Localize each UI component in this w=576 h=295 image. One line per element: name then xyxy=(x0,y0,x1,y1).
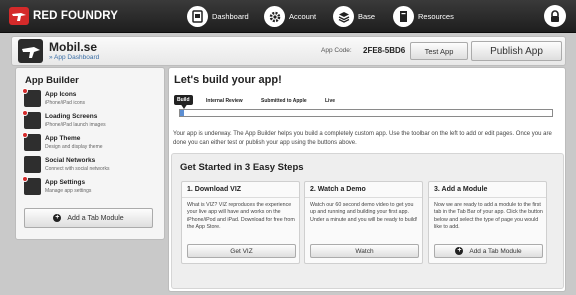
gear-icon xyxy=(264,6,285,27)
nav-base[interactable]: Base xyxy=(333,0,375,33)
sidebar-item-label: Social Networks xyxy=(45,157,96,164)
nav-account[interactable]: Account xyxy=(264,0,316,33)
alert-badge xyxy=(22,88,28,94)
step-card-text: Now we are ready to add a module to the … xyxy=(434,202,543,231)
nav-dashboard[interactable]: Dashboard xyxy=(187,0,249,33)
plus-icon: + xyxy=(455,247,464,255)
top-navigation-bar: RED FOUNDRY Dashboard Account Base Resou… xyxy=(0,0,576,33)
red-foundry-logo-icon[interactable] xyxy=(9,7,29,25)
intro-text: Your app is underway. The App Builder he… xyxy=(173,131,552,146)
app-builder-sidebar: App Builder App Icons iPhone/iPad icons … xyxy=(15,67,165,240)
divider xyxy=(429,197,546,198)
divider xyxy=(305,197,422,198)
sidebar-title: App Builder xyxy=(25,75,79,86)
build-progress-fill xyxy=(180,110,184,116)
sidebar-item-subtitle: Manage app settings xyxy=(45,188,92,194)
sidebar-item-subtitle: iPhone/iPad icons xyxy=(45,100,86,106)
alert-badge xyxy=(22,176,28,182)
get-started-title: Get Started in 3 Easy Steps xyxy=(180,162,304,173)
step-card-title: 3. Add a Module xyxy=(434,186,488,193)
app-code-label: App Code: xyxy=(321,47,352,54)
plus-icon: + xyxy=(53,214,62,222)
get-viz-button[interactable]: Get VIZ xyxy=(187,244,296,258)
test-app-button[interactable]: Test App xyxy=(410,42,468,60)
social-networks-icon xyxy=(24,156,41,173)
app-icon xyxy=(18,39,43,63)
settings-icon xyxy=(22,176,41,195)
step-card-text: What is VIZ? VIZ reproduces the experien… xyxy=(187,202,295,231)
nav-resources-label: Resources xyxy=(418,12,454,21)
sidebar-item-subtitle: Connect with social networks xyxy=(45,166,110,172)
sidebar-item-subtitle: Design and display theme xyxy=(45,144,103,150)
step-card-download-viz: 1. Download VIZ What is VIZ? VIZ reprodu… xyxy=(181,181,300,264)
step-card-watch-demo: 2. Watch a Demo Watch our 60 second demo… xyxy=(304,181,423,264)
watch-button[interactable]: Watch xyxy=(310,244,419,258)
sidebar-item-subtitle: iPhone/iPad launch images xyxy=(45,122,106,128)
step-card-text: Watch our 60 second demo video to get yo… xyxy=(310,202,418,223)
sidebar-item-app-icons[interactable]: App Icons iPhone/iPad icons xyxy=(22,88,160,110)
step-card-title: 2. Watch a Demo xyxy=(310,186,366,193)
sidebar-item-loading-screens[interactable]: Loading Screens iPhone/iPad launch image… xyxy=(22,110,160,132)
divider xyxy=(182,197,299,198)
dashboard-icon xyxy=(187,6,208,27)
sidebar-item-label: App Theme xyxy=(45,135,81,142)
step-card-title: 1. Download VIZ xyxy=(187,186,242,193)
page-title: Let's build your app! xyxy=(174,74,282,86)
nav-dashboard-label: Dashboard xyxy=(212,12,249,21)
sidebar-item-label: App Icons xyxy=(45,91,77,98)
brand-name[interactable]: RED FOUNDRY xyxy=(33,10,118,22)
build-progress-bar xyxy=(179,109,553,117)
app-theme-icon xyxy=(22,132,41,151)
step-submitted-to-apple: Submitted to Apple xyxy=(261,98,307,104)
app-name: Mobil.se xyxy=(49,40,98,54)
layers-icon xyxy=(333,6,354,27)
add-tab-module-button[interactable]: + Add a Tab Module xyxy=(24,208,153,228)
app-icons-icon xyxy=(22,88,41,107)
lock-icon[interactable] xyxy=(544,5,566,27)
add-tab-module-label: Add a Tab Module xyxy=(469,247,522,255)
nav-resources[interactable]: Resources xyxy=(393,0,454,33)
add-tab-module-button-card[interactable]: + Add a Tab Module xyxy=(434,244,543,258)
publish-app-button[interactable]: Publish App xyxy=(471,41,562,61)
loading-screens-icon xyxy=(22,110,41,129)
get-started-box: Get Started in 3 Easy Steps 1. Download … xyxy=(171,153,564,289)
app-dashboard-link[interactable]: » App Dashboard xyxy=(49,54,99,61)
sidebar-item-social-networks[interactable]: Social Networks Connect with social netw… xyxy=(24,156,160,176)
sidebar-item-label: Loading Screens xyxy=(45,113,98,120)
step-card-add-module: 3. Add a Module Now we are ready to add … xyxy=(428,181,547,264)
add-tab-module-label: Add a Tab Module xyxy=(67,214,124,222)
app-header: Mobil.se » App Dashboard App Code: 2FE8-… xyxy=(11,36,566,66)
alert-badge xyxy=(22,110,28,116)
step-live: Live xyxy=(325,98,336,104)
main-panel: Let's build your app! Build Internal Rev… xyxy=(168,67,566,292)
app-code-value: 2FE8-5BD6 xyxy=(363,46,406,55)
step-internal-review: Internal Review xyxy=(206,98,243,104)
alert-badge xyxy=(22,132,28,138)
nav-base-label: Base xyxy=(358,12,376,21)
sidebar-item-app-theme[interactable]: App Theme Design and display theme xyxy=(22,132,160,154)
sidebar-item-app-settings[interactable]: App Settings Manage app settings xyxy=(22,176,160,198)
book-icon xyxy=(393,6,414,27)
nav-account-label: Account xyxy=(289,12,317,21)
sidebar-item-label: App Settings xyxy=(45,179,86,186)
